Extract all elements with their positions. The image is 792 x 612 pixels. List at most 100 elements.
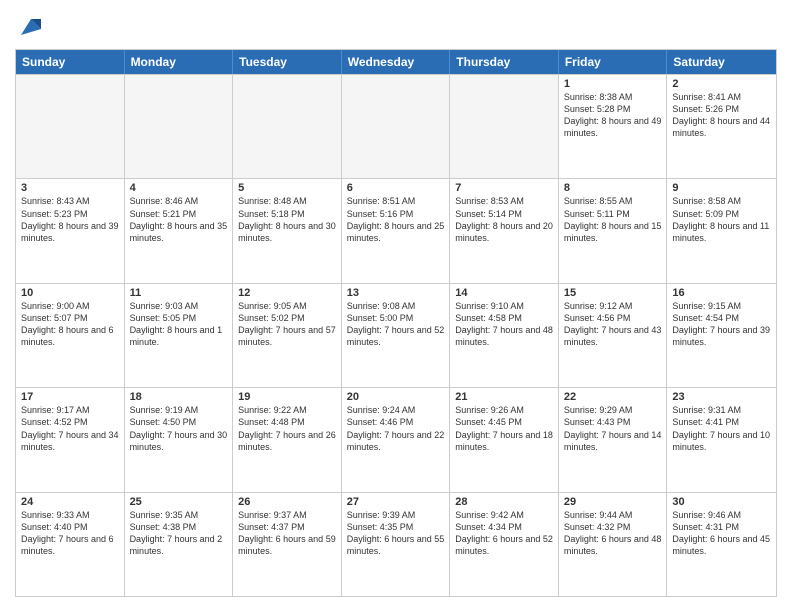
- calendar-cell: 17Sunrise: 9:17 AMSunset: 4:52 PMDayligh…: [16, 388, 125, 491]
- day-info: Sunrise: 8:41 AMSunset: 5:26 PMDaylight:…: [672, 91, 771, 140]
- page: SundayMondayTuesdayWednesdayThursdayFrid…: [0, 0, 792, 612]
- calendar-cell: 18Sunrise: 9:19 AMSunset: 4:50 PMDayligh…: [125, 388, 234, 491]
- weekday-header: Friday: [559, 50, 668, 74]
- day-number: 4: [130, 182, 228, 194]
- calendar-cell: 26Sunrise: 9:37 AMSunset: 4:37 PMDayligh…: [233, 493, 342, 596]
- day-number: 1: [564, 78, 662, 90]
- day-info: Sunrise: 9:05 AMSunset: 5:02 PMDaylight:…: [238, 300, 336, 349]
- calendar-cell: 3Sunrise: 8:43 AMSunset: 5:23 PMDaylight…: [16, 179, 125, 282]
- calendar-row: 17Sunrise: 9:17 AMSunset: 4:52 PMDayligh…: [16, 387, 776, 491]
- day-info: Sunrise: 9:33 AMSunset: 4:40 PMDaylight:…: [21, 509, 119, 558]
- calendar-cell: 24Sunrise: 9:33 AMSunset: 4:40 PMDayligh…: [16, 493, 125, 596]
- calendar-cell: [342, 75, 451, 178]
- day-number: 27: [347, 496, 445, 508]
- day-info: Sunrise: 8:51 AMSunset: 5:16 PMDaylight:…: [347, 195, 445, 244]
- day-info: Sunrise: 8:48 AMSunset: 5:18 PMDaylight:…: [238, 195, 336, 244]
- day-number: 13: [347, 287, 445, 299]
- calendar-cell: 27Sunrise: 9:39 AMSunset: 4:35 PMDayligh…: [342, 493, 451, 596]
- weekday-header: Saturday: [667, 50, 776, 74]
- calendar-row: 3Sunrise: 8:43 AMSunset: 5:23 PMDaylight…: [16, 178, 776, 282]
- day-info: Sunrise: 9:26 AMSunset: 4:45 PMDaylight:…: [455, 404, 553, 453]
- weekday-header: Sunday: [16, 50, 125, 74]
- calendar-cell: 29Sunrise: 9:44 AMSunset: 4:32 PMDayligh…: [559, 493, 668, 596]
- weekday-header: Wednesday: [342, 50, 451, 74]
- calendar-cell: 21Sunrise: 9:26 AMSunset: 4:45 PMDayligh…: [450, 388, 559, 491]
- day-number: 20: [347, 391, 445, 403]
- day-info: Sunrise: 8:55 AMSunset: 5:11 PMDaylight:…: [564, 195, 662, 244]
- calendar: SundayMondayTuesdayWednesdayThursdayFrid…: [15, 49, 777, 597]
- calendar-cell: 12Sunrise: 9:05 AMSunset: 5:02 PMDayligh…: [233, 284, 342, 387]
- day-info: Sunrise: 8:46 AMSunset: 5:21 PMDaylight:…: [130, 195, 228, 244]
- day-number: 25: [130, 496, 228, 508]
- day-info: Sunrise: 9:17 AMSunset: 4:52 PMDaylight:…: [21, 404, 119, 453]
- day-number: 17: [21, 391, 119, 403]
- day-info: Sunrise: 8:38 AMSunset: 5:28 PMDaylight:…: [564, 91, 662, 140]
- calendar-header: SundayMondayTuesdayWednesdayThursdayFrid…: [16, 50, 776, 74]
- calendar-cell: 1Sunrise: 8:38 AMSunset: 5:28 PMDaylight…: [559, 75, 668, 178]
- day-number: 26: [238, 496, 336, 508]
- day-info: Sunrise: 9:03 AMSunset: 5:05 PMDaylight:…: [130, 300, 228, 349]
- day-number: 18: [130, 391, 228, 403]
- day-number: 22: [564, 391, 662, 403]
- day-number: 12: [238, 287, 336, 299]
- day-number: 24: [21, 496, 119, 508]
- day-number: 28: [455, 496, 553, 508]
- day-number: 23: [672, 391, 771, 403]
- day-number: 19: [238, 391, 336, 403]
- day-number: 6: [347, 182, 445, 194]
- day-info: Sunrise: 9:37 AMSunset: 4:37 PMDaylight:…: [238, 509, 336, 558]
- day-number: 29: [564, 496, 662, 508]
- day-number: 16: [672, 287, 771, 299]
- day-info: Sunrise: 9:12 AMSunset: 4:56 PMDaylight:…: [564, 300, 662, 349]
- day-info: Sunrise: 9:39 AMSunset: 4:35 PMDaylight:…: [347, 509, 445, 558]
- weekday-header: Thursday: [450, 50, 559, 74]
- day-number: 8: [564, 182, 662, 194]
- day-info: Sunrise: 9:24 AMSunset: 4:46 PMDaylight:…: [347, 404, 445, 453]
- calendar-cell: 7Sunrise: 8:53 AMSunset: 5:14 PMDaylight…: [450, 179, 559, 282]
- header: [15, 15, 777, 39]
- calendar-cell: 30Sunrise: 9:46 AMSunset: 4:31 PMDayligh…: [667, 493, 776, 596]
- day-info: Sunrise: 9:29 AMSunset: 4:43 PMDaylight:…: [564, 404, 662, 453]
- day-info: Sunrise: 9:42 AMSunset: 4:34 PMDaylight:…: [455, 509, 553, 558]
- calendar-cell: 15Sunrise: 9:12 AMSunset: 4:56 PMDayligh…: [559, 284, 668, 387]
- day-info: Sunrise: 8:58 AMSunset: 5:09 PMDaylight:…: [672, 195, 771, 244]
- day-info: Sunrise: 9:10 AMSunset: 4:58 PMDaylight:…: [455, 300, 553, 349]
- day-number: 5: [238, 182, 336, 194]
- calendar-row: 24Sunrise: 9:33 AMSunset: 4:40 PMDayligh…: [16, 492, 776, 596]
- day-info: Sunrise: 9:31 AMSunset: 4:41 PMDaylight:…: [672, 404, 771, 453]
- calendar-cell: [233, 75, 342, 178]
- day-info: Sunrise: 8:43 AMSunset: 5:23 PMDaylight:…: [21, 195, 119, 244]
- day-info: Sunrise: 9:15 AMSunset: 4:54 PMDaylight:…: [672, 300, 771, 349]
- logo: [15, 15, 41, 39]
- calendar-cell: 8Sunrise: 8:55 AMSunset: 5:11 PMDaylight…: [559, 179, 668, 282]
- day-number: 30: [672, 496, 771, 508]
- calendar-cell: [16, 75, 125, 178]
- calendar-cell: 13Sunrise: 9:08 AMSunset: 5:00 PMDayligh…: [342, 284, 451, 387]
- calendar-cell: 19Sunrise: 9:22 AMSunset: 4:48 PMDayligh…: [233, 388, 342, 491]
- calendar-cell: 23Sunrise: 9:31 AMSunset: 4:41 PMDayligh…: [667, 388, 776, 491]
- calendar-cell: 11Sunrise: 9:03 AMSunset: 5:05 PMDayligh…: [125, 284, 234, 387]
- day-number: 14: [455, 287, 553, 299]
- calendar-cell: [125, 75, 234, 178]
- weekday-header: Tuesday: [233, 50, 342, 74]
- calendar-cell: 25Sunrise: 9:35 AMSunset: 4:38 PMDayligh…: [125, 493, 234, 596]
- day-info: Sunrise: 9:19 AMSunset: 4:50 PMDaylight:…: [130, 404, 228, 453]
- calendar-cell: 9Sunrise: 8:58 AMSunset: 5:09 PMDaylight…: [667, 179, 776, 282]
- calendar-cell: 6Sunrise: 8:51 AMSunset: 5:16 PMDaylight…: [342, 179, 451, 282]
- calendar-cell: 2Sunrise: 8:41 AMSunset: 5:26 PMDaylight…: [667, 75, 776, 178]
- day-info: Sunrise: 9:35 AMSunset: 4:38 PMDaylight:…: [130, 509, 228, 558]
- day-number: 15: [564, 287, 662, 299]
- day-info: Sunrise: 8:53 AMSunset: 5:14 PMDaylight:…: [455, 195, 553, 244]
- calendar-cell: 10Sunrise: 9:00 AMSunset: 5:07 PMDayligh…: [16, 284, 125, 387]
- calendar-cell: 4Sunrise: 8:46 AMSunset: 5:21 PMDaylight…: [125, 179, 234, 282]
- day-info: Sunrise: 9:08 AMSunset: 5:00 PMDaylight:…: [347, 300, 445, 349]
- day-number: 21: [455, 391, 553, 403]
- day-number: 10: [21, 287, 119, 299]
- day-info: Sunrise: 9:44 AMSunset: 4:32 PMDaylight:…: [564, 509, 662, 558]
- calendar-cell: 22Sunrise: 9:29 AMSunset: 4:43 PMDayligh…: [559, 388, 668, 491]
- day-info: Sunrise: 9:46 AMSunset: 4:31 PMDaylight:…: [672, 509, 771, 558]
- calendar-cell: 28Sunrise: 9:42 AMSunset: 4:34 PMDayligh…: [450, 493, 559, 596]
- calendar-row: 1Sunrise: 8:38 AMSunset: 5:28 PMDaylight…: [16, 74, 776, 178]
- weekday-header: Monday: [125, 50, 234, 74]
- calendar-row: 10Sunrise: 9:00 AMSunset: 5:07 PMDayligh…: [16, 283, 776, 387]
